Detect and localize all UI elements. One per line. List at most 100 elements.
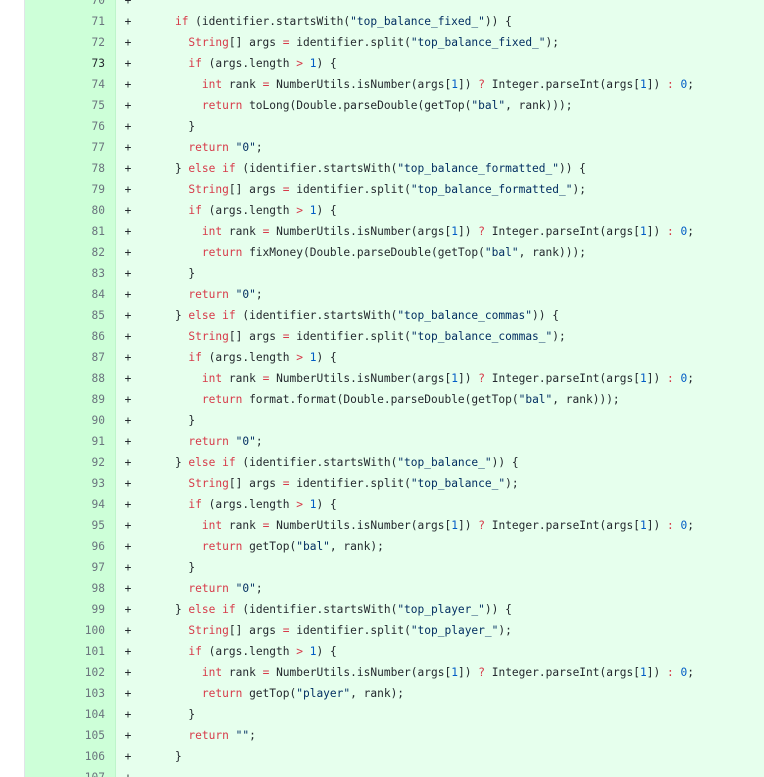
diff-line: 75 + return toLong(Double.parseDouble(get…	[25, 95, 764, 116]
addition-marker: +	[124, 708, 132, 721]
code-text: return "0";	[188, 582, 263, 595]
code-cell: + String[] args = identifier.split("top_…	[116, 326, 764, 347]
addition-marker: +	[124, 183, 132, 196]
diff-line: 100 + String[] args = identifier.split("t…	[25, 620, 764, 641]
line-number[interactable]: 94	[25, 494, 116, 515]
addition-marker: +	[124, 498, 132, 511]
addition-marker: +	[124, 309, 132, 322]
line-number[interactable]: 105	[25, 725, 116, 746]
code-cell: + return "0";	[116, 137, 764, 158]
diff-line: 90 + }	[25, 410, 764, 431]
line-number[interactable]: 72	[25, 32, 116, 53]
code-text: return "0";	[188, 141, 263, 154]
addition-marker: +	[124, 204, 132, 217]
addition-marker: +	[124, 519, 132, 532]
addition-marker: +	[124, 351, 132, 364]
diff-view: 70 +71 + if (identifier.startsWith("top_ba…	[0, 0, 764, 777]
line-number[interactable]: 85	[25, 305, 116, 326]
addition-marker: +	[124, 57, 132, 70]
diff-lines: 70 +71 + if (identifier.startsWith("top_ba…	[25, 0, 764, 777]
line-number[interactable]: 107	[25, 767, 116, 777]
addition-marker: +	[124, 267, 132, 280]
addition-marker: +	[124, 561, 132, 574]
code-cell: +	[116, 0, 764, 11]
diff-line: 103 + return getTop("player", rank);	[25, 683, 764, 704]
line-number[interactable]: 100	[25, 620, 116, 641]
diff-line: 74 + int rank = NumberUtils.isNumber(args…	[25, 74, 764, 95]
line-number[interactable]: 81	[25, 221, 116, 242]
line-number[interactable]: 75	[25, 95, 116, 116]
line-number[interactable]: 79	[25, 179, 116, 200]
code-text: return "0";	[188, 288, 263, 301]
addition-marker: +	[124, 477, 132, 490]
line-number[interactable]: 101	[25, 641, 116, 662]
line-number[interactable]: 71	[25, 11, 116, 32]
code-cell: + String[] args = identifier.split("top_…	[116, 620, 764, 641]
addition-marker: +	[124, 162, 132, 175]
code-cell: + int rank = NumberUtils.isNumber(args[1…	[116, 368, 764, 389]
diff-line: 87 + if (args.length > 1) {	[25, 347, 764, 368]
code-cell: + }	[116, 746, 764, 767]
left-margin	[0, 0, 25, 777]
addition-marker: +	[124, 15, 132, 28]
line-number[interactable]: 95	[25, 515, 116, 536]
line-number[interactable]: 92	[25, 452, 116, 473]
diff-line: 85 + } else if (identifier.startsWith("to…	[25, 305, 764, 326]
code-text: return "";	[188, 729, 256, 742]
line-number[interactable]: 78	[25, 158, 116, 179]
line-number[interactable]: 91	[25, 431, 116, 452]
code-cell: + } else if (identifier.startsWith("top_…	[116, 305, 764, 326]
line-number[interactable]: 74	[25, 74, 116, 95]
addition-marker: +	[124, 372, 132, 385]
line-number[interactable]: 97	[25, 557, 116, 578]
code-text: if (args.length > 1) {	[188, 351, 337, 364]
line-number[interactable]: 84	[25, 284, 116, 305]
line-number[interactable]: 104	[25, 704, 116, 725]
diff-line: 102 + int rank = NumberUtils.isNumber(arg…	[25, 662, 764, 683]
line-number[interactable]: 86	[25, 326, 116, 347]
code-text: } else if (identifier.startsWith("top_ba…	[148, 456, 519, 469]
line-number[interactable]: 103	[25, 683, 116, 704]
line-number[interactable]: 89	[25, 389, 116, 410]
addition-marker: +	[124, 456, 132, 469]
code-text: int rank = NumberUtils.isNumber(args[1])…	[201, 225, 694, 238]
diff-line: 73 + if (args.length > 1) {	[25, 53, 764, 74]
line-number[interactable]: 98	[25, 578, 116, 599]
code-cell: + }	[116, 116, 764, 137]
line-number[interactable]: 70	[25, 0, 116, 11]
diff-line: 89 + return format.format(Double.parseDou…	[25, 389, 764, 410]
code-text: return toLong(Double.parseDouble(getTop(…	[201, 99, 573, 112]
code-text: return format.format(Double.parseDouble(…	[201, 393, 620, 406]
line-number[interactable]: 87	[25, 347, 116, 368]
line-number[interactable]: 96	[25, 536, 116, 557]
code-cell: + if (args.length > 1) {	[116, 347, 764, 368]
addition-marker: +	[124, 246, 132, 259]
line-number[interactable]: 106	[25, 746, 116, 767]
code-cell: + return fixMoney(Double.parseDouble(get…	[116, 242, 764, 263]
line-number[interactable]: 102	[25, 662, 116, 683]
code-text: int rank = NumberUtils.isNumber(args[1])…	[201, 519, 694, 532]
diff-line: 72 + String[] args = identifier.split("to…	[25, 32, 764, 53]
line-number[interactable]: 77	[25, 137, 116, 158]
code-text: } else if (identifier.startsWith("top_ba…	[148, 309, 559, 322]
line-number[interactable]: 76	[25, 116, 116, 137]
code-cell: + return "";	[116, 725, 764, 746]
code-cell: + if (args.length > 1) {	[116, 494, 764, 515]
diff-line: 77 + return "0";	[25, 137, 764, 158]
line-number[interactable]: 88	[25, 368, 116, 389]
line-number[interactable]: 73	[25, 53, 116, 74]
addition-marker: +	[124, 99, 132, 112]
line-number[interactable]: 80	[25, 200, 116, 221]
line-number[interactable]: 93	[25, 473, 116, 494]
line-number[interactable]: 82	[25, 242, 116, 263]
code-cell: + String[] args = identifier.split("top_…	[116, 32, 764, 53]
line-number[interactable]: 83	[25, 263, 116, 284]
addition-marker: +	[124, 645, 132, 658]
line-number[interactable]: 90	[25, 410, 116, 431]
code-text: int rank = NumberUtils.isNumber(args[1])…	[201, 666, 694, 679]
addition-marker: +	[124, 687, 132, 700]
code-text: if (args.length > 1) {	[188, 57, 337, 70]
diff-line: 91 + return "0";	[25, 431, 764, 452]
line-number[interactable]: 99	[25, 599, 116, 620]
